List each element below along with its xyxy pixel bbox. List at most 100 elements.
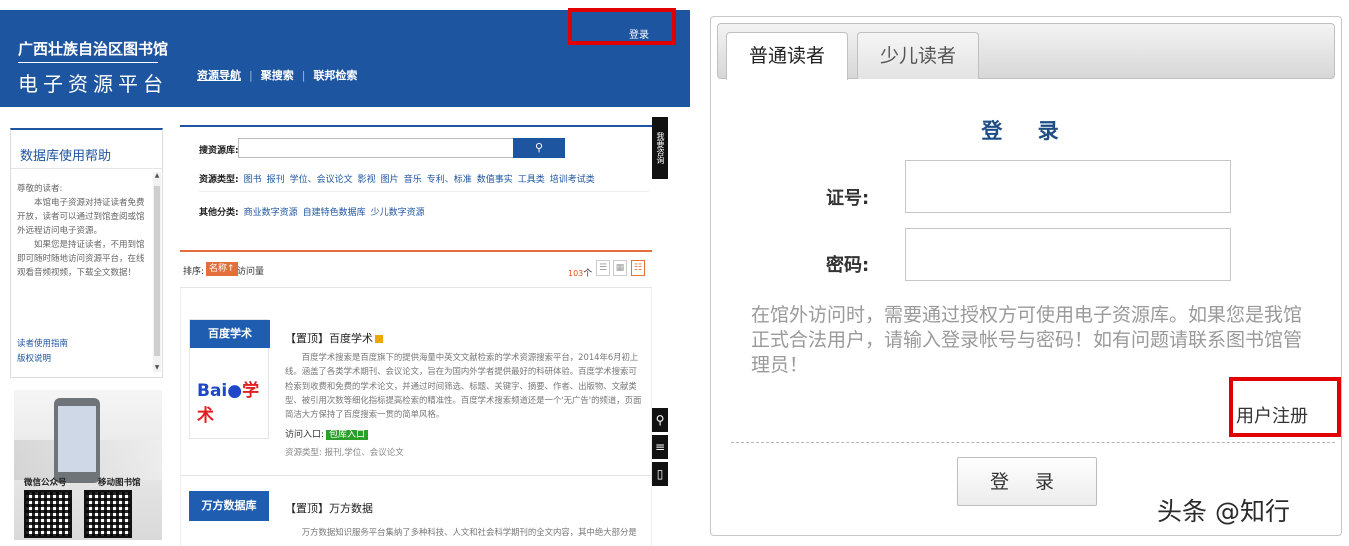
other-category-label: 其他分类: bbox=[199, 208, 239, 218]
nav-aggregate-search[interactable]: 聚搜索 bbox=[261, 67, 294, 83]
baidu-logo-icon: Bai●学术 bbox=[197, 381, 260, 426]
baidu-scholar-logo[interactable]: 百度学术 Bai●学术 bbox=[189, 319, 270, 439]
scroll-thumb[interactable] bbox=[154, 186, 160, 356]
sort-by-name-button[interactable]: 名称↑ bbox=[206, 262, 238, 276]
resource-type-link[interactable]: 数值事实 bbox=[477, 172, 513, 185]
help-scrollbar[interactable]: ▲ ▼ bbox=[153, 172, 161, 372]
divider bbox=[731, 442, 1335, 443]
result-title[interactable]: 【置顶】万方数据 bbox=[285, 500, 373, 516]
list-item: 万方数据库 【置顶】万方数据 万方数据知识服务平台集纳了多种科技、人文和社会科学… bbox=[181, 489, 653, 546]
resource-type: 资源类型: 报刊,学位、会议论文 bbox=[285, 448, 404, 458]
phone-screen bbox=[58, 406, 96, 472]
sort-label: 排序: bbox=[183, 267, 205, 277]
resource-type-link[interactable]: 报刊 bbox=[267, 172, 285, 185]
result-description: 百度学术搜索是百度旗下的提供海量中英文文献检索的学术资源搜索平台，2014年6月… bbox=[285, 352, 642, 420]
resource-type-link[interactable]: 音乐 bbox=[404, 172, 422, 185]
search-icon: ⚲ bbox=[534, 141, 544, 154]
reader-tab-bar: 普通读者 少儿读者 bbox=[717, 23, 1335, 80]
result-count-unit: 个 bbox=[583, 269, 593, 279]
help-paragraph: 如果您是持证读者，不用到馆即可随时随地访问资源平台，在线观看音频视频，下载全文数… bbox=[17, 240, 145, 278]
access-notice: 在馆外访问时，需要通过授权方可使用电子资源库。如果您是我馆正式合法用户，请输入登… bbox=[751, 304, 1303, 376]
search-label: 搜资源库: bbox=[199, 146, 239, 156]
sort-by-visits-button[interactable]: 访问量 bbox=[237, 264, 264, 277]
resource-type-row: 资源类型: 图书 报刊 学位、会议论文 影视 图片 音乐 专利、标准 数值事实 工具类 培训考试类 bbox=[199, 172, 595, 185]
wanfang-logo[interactable]: 万方数据库 bbox=[189, 491, 269, 521]
resource-type-link[interactable]: 图片 bbox=[381, 172, 399, 185]
resource-type-link[interactable]: 图书 bbox=[244, 172, 262, 185]
brand-divider bbox=[18, 62, 158, 63]
result-title[interactable]: 【置顶】百度学术 bbox=[285, 330, 383, 346]
resource-search-panel: 搜资源库: ⚲ 资源类型: 图书 报刊 学位、会议论文 影视 图片 音乐 专利、标准 数值事实… bbox=[180, 125, 652, 223]
nav-separator: | bbox=[301, 68, 306, 82]
tab-child-reader[interactable]: 少儿读者 bbox=[857, 32, 980, 79]
other-category-link[interactable]: 少儿数字资源 bbox=[371, 205, 425, 218]
result-count-number: 103 bbox=[568, 269, 584, 278]
wechat-label: 微信公众号 bbox=[24, 478, 67, 488]
access-entry-button[interactable]: 包库入口 bbox=[326, 430, 369, 440]
mobile-library-label: 移动图书馆 bbox=[98, 478, 141, 488]
resource-type-link[interactable]: 工具类 bbox=[518, 172, 545, 185]
detail-view-icon[interactable]: ☷ bbox=[631, 260, 645, 276]
help-divider bbox=[11, 168, 162, 169]
list-view-icon[interactable]: ☰ bbox=[596, 260, 610, 276]
main-nav: 资源导航 | 聚搜索 | 联邦检索 bbox=[197, 67, 357, 83]
search-icon[interactable]: ⚲ bbox=[652, 408, 668, 432]
nav-resource-guide[interactable]: 资源导航 bbox=[197, 67, 241, 83]
result-count: 103个 bbox=[568, 266, 592, 279]
other-category-link[interactable]: 自建特色数据库 bbox=[303, 205, 366, 218]
login-highlight-box bbox=[568, 8, 676, 45]
menu-icon[interactable]: ≡ bbox=[652, 435, 668, 459]
brand-subtitle: 电子资源平台 bbox=[18, 72, 168, 96]
resource-type-link[interactable]: 学位、会议论文 bbox=[290, 172, 353, 185]
library-portal-panel: 广西壮族自治区图书馆 电子资源平台 资源导航 | 聚搜索 | 联邦检索 登录 数… bbox=[0, 0, 690, 546]
tab-regular-reader[interactable]: 普通读者 bbox=[726, 32, 849, 80]
consult-side-tab[interactable]: 我要咨询 bbox=[652, 117, 668, 179]
password-input[interactable] bbox=[905, 228, 1231, 281]
result-title-text: 【置顶】百度学术 bbox=[285, 332, 373, 345]
login-button[interactable]: 登 录 bbox=[957, 457, 1097, 506]
resource-type-link[interactable]: 专利、标准 bbox=[427, 172, 472, 185]
mobile-library-promo[interactable]: 微信公众号 移动图书馆 bbox=[14, 390, 162, 540]
help-text: 尊敬的读者: 本馆电子资源对持证读者免费开放，读者可以通过到馆查阅或馆外远程访问… bbox=[17, 182, 151, 280]
help-panel: 数据库使用帮助 尊敬的读者: 本馆电子资源对持证读者免费开放，读者可以通过到馆查… bbox=[10, 128, 163, 378]
sort-bar: 排序: 名称↑ 访问量 103个 ☰ ▦ ☷ bbox=[180, 250, 652, 288]
grid-view-icon[interactable]: ▦ bbox=[613, 260, 627, 276]
resource-type-label: 资源类型: bbox=[199, 175, 239, 185]
resource-type-link[interactable]: 培训考试类 bbox=[550, 172, 595, 185]
help-paragraph: 本馆电子资源对持证读者免费开放，读者可以通过到馆查阅或馆外远程访问电子资源。 bbox=[17, 198, 145, 236]
help-link-copyright[interactable]: 版权说明 bbox=[17, 352, 68, 367]
resource-type-link[interactable]: 影视 bbox=[358, 172, 376, 185]
register-highlight-box bbox=[1229, 377, 1341, 437]
nav-separator: | bbox=[249, 68, 253, 82]
other-category-row: 其他分类: 商业数字资源 自建特色数据库 少儿数字资源 bbox=[199, 205, 425, 218]
wechat-qr-icon bbox=[24, 490, 72, 538]
help-link-guide[interactable]: 读者使用指南 bbox=[17, 337, 68, 352]
nav-federated-search[interactable]: 联邦检索 bbox=[313, 67, 357, 83]
search-button[interactable]: ⚲ bbox=[513, 138, 565, 158]
pin-tag-icon bbox=[375, 335, 383, 343]
list-item: 百度学术 Bai●学术 【置顶】百度学术 百度学术搜索是百度旗下的提供海量中英文… bbox=[181, 319, 653, 476]
watermark: 头条 @知行 bbox=[1157, 497, 1290, 526]
resource-search-input[interactable] bbox=[238, 138, 514, 158]
help-greeting: 尊敬的读者: bbox=[17, 184, 63, 194]
scroll-down-icon[interactable]: ▼ bbox=[153, 364, 161, 372]
row-divider bbox=[199, 191, 649, 192]
help-links: 读者使用指南 版权说明 bbox=[17, 337, 68, 367]
logo-tag: 百度学术 bbox=[190, 320, 270, 348]
mobile-qr-icon bbox=[84, 490, 132, 538]
side-toolbar: ⚲ ≡ ▯ bbox=[652, 408, 668, 489]
mobile-icon[interactable]: ▯ bbox=[652, 462, 668, 486]
brand-name: 广西壮族自治区图书馆 bbox=[18, 40, 169, 58]
access-row: 访问入口: 包库入口 bbox=[285, 427, 369, 440]
result-list: 百度学术 Bai●学术 【置顶】百度学术 百度学术搜索是百度旗下的提供海量中英文… bbox=[180, 289, 653, 546]
scroll-up-icon[interactable]: ▲ bbox=[153, 172, 161, 180]
card-number-input[interactable] bbox=[905, 160, 1231, 213]
access-label: 访问入口: bbox=[285, 430, 325, 440]
login-panel: 普通读者 少儿读者 登 录 证号: 密码: 在馆外访问时，需要通过授权方可使用电… bbox=[710, 16, 1342, 536]
card-number-label: 证号: bbox=[826, 188, 870, 209]
password-label: 密码: bbox=[826, 255, 870, 276]
result-description: 万方数据知识服务平台集纳了多种科技、人文和社会科学期刊的全文内容，其中绝大部分是… bbox=[301, 527, 637, 537]
help-title: 数据库使用帮助 bbox=[20, 149, 112, 164]
login-title: 登 录 bbox=[981, 119, 1073, 143]
other-category-link[interactable]: 商业数字资源 bbox=[244, 205, 298, 218]
